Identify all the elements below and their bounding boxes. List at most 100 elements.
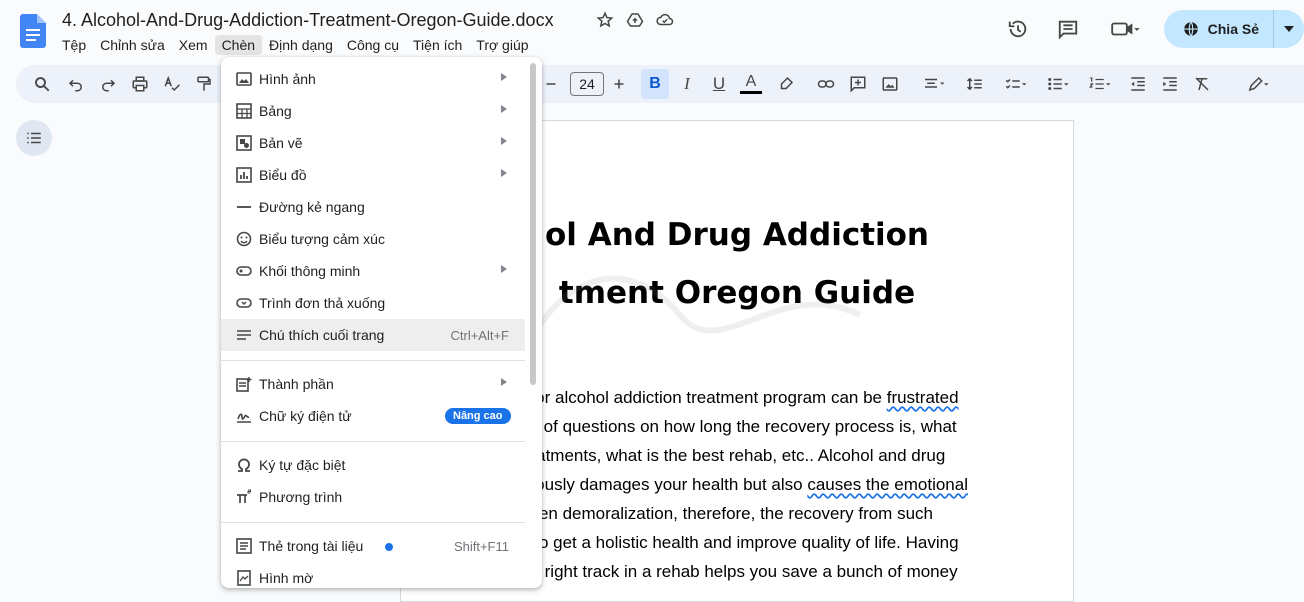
bulleted-list-icon[interactable]	[1038, 65, 1078, 103]
share-label: Chia Sẻ	[1207, 21, 1259, 37]
tabs-icon	[233, 537, 255, 555]
print-icon[interactable]	[125, 65, 155, 103]
menu-help[interactable]: Trợ giúp	[469, 35, 535, 55]
insert-menu: Hình ảnh Bảng Bản vẽ Biểu đồ Đường kẻ ng…	[221, 57, 542, 588]
insert-smart-chip-item[interactable]: Khối thông minh	[221, 255, 525, 287]
submenu-arrow-icon	[501, 378, 507, 386]
esignature-icon	[233, 407, 255, 425]
menu-insert[interactable]: Chèn	[214, 35, 263, 55]
drawing-icon	[233, 134, 255, 152]
doc-line: reatments, what is the best rehab, etc..…	[521, 446, 946, 465]
chart-icon	[233, 166, 255, 184]
table-icon	[233, 102, 255, 120]
insert-drawing-item[interactable]: Bản vẽ	[221, 127, 525, 159]
insert-horizontal-line-item[interactable]: Đường kẻ ngang	[221, 191, 525, 223]
insert-esignature-item[interactable]: Chữ ký điện tử Nâng cao	[221, 400, 525, 432]
search-icon[interactable]	[27, 65, 57, 103]
submenu-arrow-icon	[501, 105, 507, 113]
shortcut-label: Shift+F11	[453, 538, 509, 554]
shortcut-label: Ctrl+Alt+F	[450, 327, 509, 343]
premium-badge: Nâng cao	[445, 408, 511, 424]
meet-icon[interactable]	[1100, 9, 1150, 49]
menu-format[interactable]: Định dạng	[262, 35, 340, 55]
menu-scrollbar[interactable]	[530, 63, 536, 385]
image-icon	[233, 70, 255, 88]
document-title[interactable]: 4. Alcohol-And-Drug-Addiction-Treatment-…	[62, 10, 554, 31]
insert-image-icon[interactable]	[875, 65, 905, 103]
decrease-indent-icon[interactable]	[1123, 65, 1153, 103]
undo-icon[interactable]	[61, 65, 91, 103]
font-size-input[interactable]: 24	[570, 72, 604, 96]
pi-icon	[233, 488, 255, 506]
menu-view[interactable]: Xem	[172, 35, 215, 55]
doc-line: y to get a holistic health and improve q…	[521, 533, 959, 552]
globe-icon	[1183, 21, 1198, 37]
paint-format-icon[interactable]	[189, 65, 219, 103]
increase-font-size-icon[interactable]	[604, 65, 634, 103]
docs-logo[interactable]	[20, 14, 46, 48]
doc-line: even demoralization, therefore, the reco…	[521, 504, 933, 523]
doc-line: mously damages your health but also caus…	[521, 475, 968, 494]
doc-line: lot of questions on how long the recover…	[521, 417, 957, 436]
insert-footnote-item[interactable]: Chú thích cuối trang Ctrl+Alt+F	[221, 319, 525, 351]
building-blocks-icon	[233, 375, 255, 393]
italic-button[interactable]: I	[672, 65, 702, 103]
emoji-icon	[233, 230, 255, 248]
submenu-arrow-icon	[501, 265, 507, 273]
version-history-icon[interactable]	[998, 9, 1038, 49]
bold-button[interactable]: B	[641, 69, 669, 99]
star-icon[interactable]	[596, 11, 614, 34]
link-icon[interactable]	[811, 65, 841, 103]
menu-edit[interactable]: Chỉnh sửa	[93, 35, 172, 55]
numbered-list-icon[interactable]	[1080, 65, 1120, 103]
insert-dropdown-item[interactable]: Trình đơn thả xuống	[221, 287, 525, 319]
doc-paragraph: g or alcohol addiction treatment program…	[521, 383, 1024, 586]
highlight-icon[interactable]	[771, 65, 801, 103]
underline-button[interactable]: U	[704, 65, 734, 103]
menu-extensions[interactable]: Tiện ích	[406, 35, 469, 55]
add-comment-icon[interactable]	[843, 65, 873, 103]
watermark-icon	[233, 569, 255, 587]
line-spacing-icon[interactable]	[958, 65, 998, 103]
clear-formatting-icon[interactable]	[1187, 65, 1217, 103]
insert-emoji-item[interactable]: Biểu tượng cảm xúc	[221, 223, 525, 255]
dropdown-icon	[233, 294, 255, 312]
insert-table-item[interactable]: Bảng	[221, 95, 525, 127]
menu-file[interactable]: Tệp	[55, 35, 93, 55]
comments-icon[interactable]	[1048, 9, 1088, 49]
menu-divider	[221, 360, 525, 361]
horizontal-line-icon	[233, 198, 255, 216]
share-dropdown-icon[interactable]	[1274, 10, 1304, 48]
doc-line: he right track in a rehab helps you save…	[521, 562, 958, 581]
insert-chart-item[interactable]: Biểu đồ	[221, 159, 525, 191]
move-to-drive-icon[interactable]	[626, 11, 644, 34]
menu-tools[interactable]: Công cụ	[340, 35, 406, 55]
insert-image-item[interactable]: Hình ảnh	[221, 63, 525, 95]
insert-document-tabs-item[interactable]: Thẻ trong tài liệu Shift+F11	[221, 530, 525, 562]
submenu-arrow-icon	[501, 169, 507, 177]
menu-bar: Tệp Chỉnh sửa Xem Chèn Định dạng Công cụ…	[55, 35, 536, 55]
toolbar: 24 B I U A	[16, 65, 1304, 103]
redo-icon[interactable]	[93, 65, 123, 103]
menu-divider	[221, 441, 525, 442]
align-icon[interactable]	[914, 65, 954, 103]
document-outline-icon[interactable]	[16, 120, 52, 156]
submenu-arrow-icon	[501, 73, 507, 81]
spellcheck-icon[interactable]	[157, 65, 187, 103]
checklist-icon[interactable]	[996, 65, 1036, 103]
insert-watermark-item[interactable]: Hình mờ	[221, 562, 525, 588]
omega-icon	[233, 456, 255, 474]
cloud-saved-icon[interactable]	[656, 11, 674, 34]
insert-equation-item[interactable]: Phương trình	[221, 481, 525, 513]
new-feature-dot	[385, 543, 393, 551]
menu-divider	[221, 522, 525, 523]
smart-chip-icon	[233, 262, 255, 280]
insert-building-blocks-item[interactable]: Thành phần	[221, 368, 525, 400]
text-color-button[interactable]: A	[736, 65, 766, 103]
insert-special-characters-item[interactable]: Ký tự đặc biệt	[221, 449, 525, 481]
editing-mode-icon[interactable]	[1238, 65, 1278, 103]
doc-line: g or alcohol addiction treatment program…	[521, 388, 959, 407]
footnote-icon	[233, 326, 255, 344]
share-button[interactable]: Chia Sẻ	[1163, 10, 1304, 48]
increase-indent-icon[interactable]	[1155, 65, 1185, 103]
